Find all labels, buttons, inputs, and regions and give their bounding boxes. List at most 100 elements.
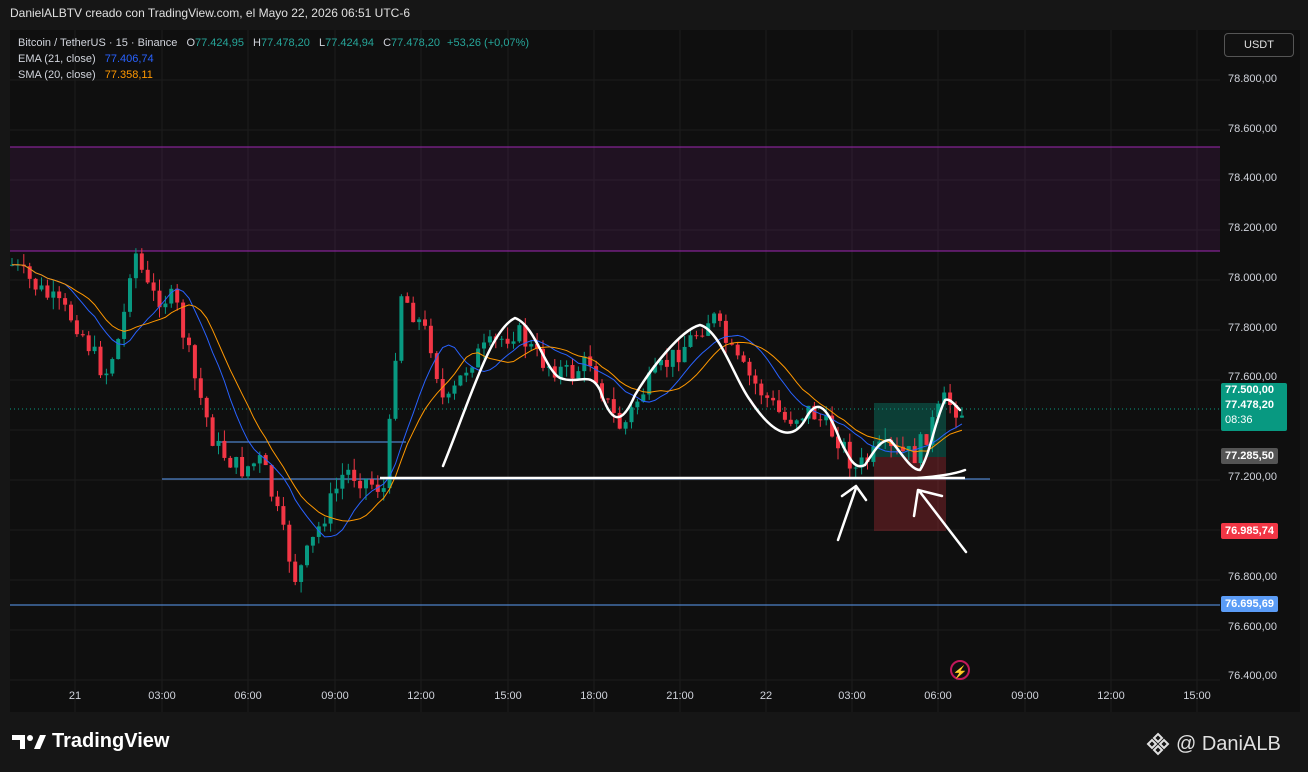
candle-body bbox=[251, 463, 256, 467]
candle-body bbox=[476, 348, 481, 368]
candle-body bbox=[352, 469, 357, 481]
candle-body bbox=[192, 345, 197, 379]
brand-name: TradingView bbox=[52, 730, 170, 752]
time-tick: 09:00 bbox=[321, 690, 349, 702]
candle-body bbox=[393, 360, 398, 419]
candle-body bbox=[399, 296, 404, 361]
author-tag: @ DaniALB bbox=[1146, 732, 1281, 756]
blue-line-price-badge: 76.695,69 bbox=[1221, 596, 1278, 612]
candle-body bbox=[771, 397, 776, 401]
candle-body bbox=[676, 349, 681, 363]
time-tick: 15:00 bbox=[494, 690, 522, 702]
candle-body bbox=[747, 361, 752, 376]
sma-value: 77.358,11 bbox=[104, 69, 153, 81]
candle-body bbox=[576, 371, 581, 379]
candlestick-chart[interactable] bbox=[10, 30, 1220, 712]
candle-body bbox=[175, 288, 180, 303]
price-tick: 78.200,00 bbox=[1228, 222, 1277, 234]
candle-body bbox=[69, 304, 73, 321]
candle-body bbox=[287, 524, 292, 562]
time-tick: 06:00 bbox=[924, 690, 952, 702]
candle-body bbox=[682, 346, 687, 363]
candle-body bbox=[611, 399, 616, 413]
candle-body bbox=[275, 496, 280, 507]
open-label: O bbox=[186, 37, 196, 49]
candle-body bbox=[57, 291, 62, 299]
time-tick: 18:00 bbox=[580, 690, 608, 702]
candle-body bbox=[364, 479, 368, 489]
candle-body bbox=[246, 466, 250, 477]
candle-body bbox=[759, 383, 764, 396]
candle-body bbox=[723, 320, 728, 343]
bar-countdown: 08:36 bbox=[1225, 414, 1253, 426]
candle-body bbox=[794, 420, 799, 424]
ema-label[interactable]: EMA (21, close) bbox=[18, 53, 96, 65]
time-tick: 12:00 bbox=[1097, 690, 1125, 702]
close-label: C bbox=[383, 37, 392, 49]
candle-body bbox=[818, 419, 823, 421]
sma-label[interactable]: SMA (20, close) bbox=[18, 69, 96, 81]
candle-body bbox=[405, 296, 410, 303]
candle-body bbox=[151, 282, 156, 291]
candle-body bbox=[310, 536, 315, 546]
candle-body bbox=[411, 302, 416, 323]
candle-body bbox=[74, 320, 79, 335]
candle-body bbox=[92, 346, 97, 352]
candle-body bbox=[39, 285, 44, 290]
time-tick: 21 bbox=[68, 690, 82, 702]
candle-body bbox=[629, 407, 634, 423]
currency-button[interactable]: USDT bbox=[1224, 33, 1294, 57]
candle-body bbox=[564, 365, 569, 367]
candle-body bbox=[517, 325, 522, 342]
last-price: 77.478,20 bbox=[1225, 399, 1274, 411]
high-value: 77.478,20 bbox=[260, 37, 310, 49]
candle-body bbox=[45, 285, 50, 298]
candle-body bbox=[346, 469, 351, 475]
candle-body bbox=[623, 422, 628, 429]
price-tick: 76.600,00 bbox=[1228, 621, 1277, 633]
time-tick: 12:00 bbox=[407, 690, 435, 702]
close-value: 77.478,20 bbox=[391, 37, 440, 49]
candle-body bbox=[718, 313, 722, 321]
candle-body bbox=[452, 385, 457, 394]
binance-logo-icon bbox=[1146, 732, 1170, 756]
candle-body bbox=[765, 395, 770, 398]
candle-body bbox=[358, 480, 363, 489]
tradingview-logo[interactable]: TradingView bbox=[12, 730, 169, 753]
candle-body bbox=[328, 493, 333, 524]
price-tick: 76.400,00 bbox=[1228, 670, 1277, 682]
candle-body bbox=[133, 253, 138, 279]
open-value: 77.424,95 bbox=[195, 37, 244, 49]
candle-body bbox=[959, 415, 964, 418]
candle-body bbox=[688, 335, 693, 347]
candle-body bbox=[322, 523, 327, 527]
high-label: H bbox=[253, 37, 261, 49]
candle-body bbox=[670, 349, 675, 367]
candle-body bbox=[446, 393, 451, 398]
candle-body bbox=[293, 561, 298, 582]
candle-body bbox=[33, 278, 38, 290]
candle-body bbox=[605, 398, 610, 400]
symbol-name[interactable]: Bitcoin / TetherUS · 15 · Binance bbox=[18, 37, 177, 49]
time-tick: 09:00 bbox=[1011, 690, 1039, 702]
chart-area[interactable] bbox=[10, 30, 1220, 712]
author-name: @ DaniALB bbox=[1176, 732, 1281, 755]
candle-body bbox=[912, 446, 917, 464]
candle-body bbox=[122, 311, 127, 339]
candle-body bbox=[104, 373, 109, 376]
candle-body bbox=[570, 365, 575, 379]
candle-body bbox=[381, 488, 386, 492]
flash-icon[interactable]: ⚡ bbox=[950, 660, 970, 680]
candle-body bbox=[240, 456, 245, 477]
candle-body bbox=[482, 342, 486, 349]
resistance-zone bbox=[10, 147, 1220, 251]
candle-body bbox=[700, 335, 705, 337]
candle-body bbox=[269, 465, 274, 497]
candle-body bbox=[558, 366, 563, 378]
chart-caption: DanielALBTV creado con TradingView.com, … bbox=[10, 6, 410, 20]
candle-body bbox=[110, 359, 115, 374]
change-value: +53,26 (+0,07%) bbox=[447, 37, 529, 49]
current-price-badge: 77.500,00 77.478,20 08:36 bbox=[1221, 383, 1287, 431]
time-tick: 03:00 bbox=[838, 690, 866, 702]
candle-body bbox=[777, 400, 781, 412]
